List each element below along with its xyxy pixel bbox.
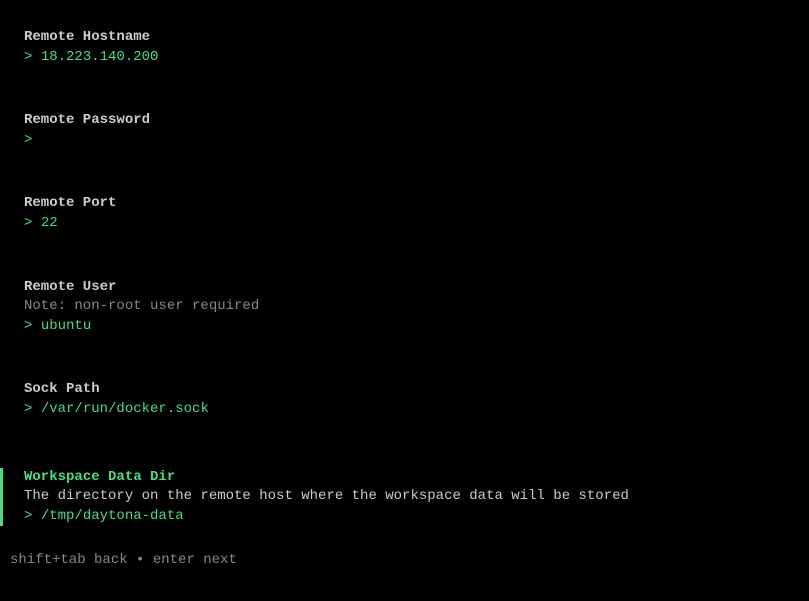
remote-user-field[interactable]: Remote User Note: non-root user required… [0, 278, 809, 337]
remote-hostname-field[interactable]: Remote Hostname > 18.223.140.200 [0, 28, 809, 67]
workspace-data-dir-description: The directory on the remote host where t… [24, 487, 809, 507]
hint-next: enter next [153, 552, 237, 568]
remote-password-input-line[interactable]: > [24, 131, 809, 151]
remote-hostname-input-line[interactable]: > 18.223.140.200 [24, 48, 809, 68]
prompt-char: > [24, 49, 32, 65]
remote-hostname-label: Remote Hostname [24, 28, 809, 48]
remote-user-input-line[interactable]: > ubuntu [24, 317, 809, 337]
remote-user-value: ubuntu [41, 318, 91, 334]
sock-path-label: Sock Path [24, 380, 809, 400]
remote-password-label: Remote Password [24, 111, 809, 131]
remote-password-field[interactable]: Remote Password > [0, 111, 809, 150]
sock-path-input-line[interactable]: > /var/run/docker.sock [24, 400, 809, 420]
workspace-data-dir-label: Workspace Data Dir [24, 468, 809, 488]
remote-port-input-line[interactable]: > 22 [24, 214, 809, 234]
remote-port-value: 22 [41, 215, 58, 231]
hint-separator: • [136, 552, 144, 568]
remote-port-field[interactable]: Remote Port > 22 [0, 194, 809, 233]
remote-port-label: Remote Port [24, 194, 809, 214]
hint-back: shift+tab back [10, 552, 128, 568]
workspace-data-dir-field[interactable]: Workspace Data Dir The directory on the … [0, 468, 809, 527]
prompt-char: > [24, 401, 32, 417]
workspace-data-dir-input-line[interactable]: > /tmp/daytona-data [24, 507, 809, 527]
prompt-char: > [24, 508, 32, 524]
sock-path-value: /var/run/docker.sock [41, 401, 209, 417]
remote-user-note: Note: non-root user required [24, 297, 809, 317]
sock-path-field[interactable]: Sock Path > /var/run/docker.sock [0, 380, 809, 419]
prompt-char: > [24, 318, 32, 334]
prompt-char: > [24, 132, 32, 148]
remote-user-label: Remote User [24, 278, 809, 298]
workspace-data-dir-value: /tmp/daytona-data [41, 508, 184, 524]
prompt-char: > [24, 215, 32, 231]
remote-hostname-value: 18.223.140.200 [41, 49, 159, 65]
keyboard-hints: shift+tab back • enter next [10, 551, 237, 571]
